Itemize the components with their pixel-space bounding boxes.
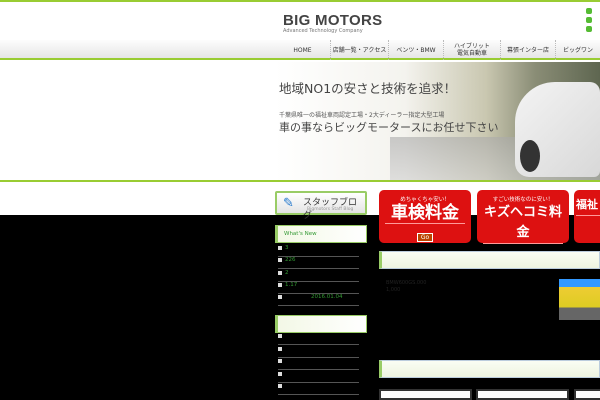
header: BIG MOTORS Advanced Technology Company — [0, 2, 600, 40]
main-nav: HOME 店舗一覧・アクセス ベンツ・BMW ハイブリット 電気自動車 幕張イン… — [0, 40, 600, 60]
car-image — [515, 82, 600, 177]
home-icon — [586, 26, 592, 32]
thumbnail[interactable] — [574, 389, 600, 400]
phone-icon — [586, 8, 592, 14]
logo-title: BIG MOTORS — [283, 12, 383, 29]
shop-photo[interactable] — [559, 279, 600, 320]
list-item-date: 2016.01.04 — [311, 294, 343, 300]
go-button[interactable]: Go — [416, 233, 434, 242]
promo-dent[interactable]: すごい技術なのに安い！ キズヘコミ料金 Go — [477, 190, 569, 262]
section-header — [379, 360, 600, 378]
staff-blog-subtitle: Bigmotors Staff Blog — [307, 207, 354, 212]
list-item[interactable]: 2 — [278, 270, 359, 282]
list-item[interactable] — [278, 333, 359, 345]
list-item-text: 3 — [285, 245, 289, 251]
news-line: 1,000 — [386, 287, 401, 293]
news-line: BMW600GS.000 — [386, 280, 427, 286]
list-item-text: 226 — [285, 257, 296, 263]
list-item[interactable] — [278, 358, 359, 370]
nav-hybrid[interactable]: ハイブリット 電気自動車 — [443, 40, 500, 60]
logo[interactable]: BIG MOTORS Advanced Technology Company — [283, 12, 382, 34]
pencil-icon: ✎ — [283, 196, 294, 211]
list-item[interactable] — [278, 383, 359, 395]
promo-main: キズヘコミ料金 — [483, 203, 563, 244]
whats-new-header: What's New — [275, 225, 367, 243]
promo-shaken[interactable]: めちゃくちゃ安い！ 車検料金 Go — [379, 190, 471, 243]
nav-stores[interactable]: 店舗一覧・アクセス — [330, 40, 388, 60]
promo-sub: めちゃくちゃ安い！ — [400, 197, 450, 203]
hero-tagline: 車の事ならビッグモータースにお任せ下さい — [279, 121, 499, 134]
hero-subline: 千葉県唯一の福祉車両認定工場・2大ディーラー指定大型工場 — [279, 112, 445, 119]
list-item[interactable]: 1.17 — [278, 282, 359, 294]
globe-icon — [586, 17, 592, 23]
list-item[interactable] — [278, 346, 359, 358]
contact-icons — [586, 8, 592, 35]
nav-benz-bmw[interactable]: ベンツ・BMW — [388, 40, 443, 60]
whats-new-title: What's New — [284, 231, 317, 237]
promo-sub: すごい技術なのに安い！ — [492, 197, 554, 203]
list-item[interactable] — [278, 371, 359, 383]
section-header — [379, 251, 600, 269]
news-text[interactable]: BMW600GS.000 1,000 — [386, 280, 426, 294]
list-item[interactable]: 226 — [278, 257, 359, 269]
promo-main: 福祉 — [576, 195, 600, 216]
nav-makuhari[interactable]: 幕張インター店 — [500, 40, 555, 60]
list-item-text: 1.17 — [285, 282, 298, 288]
list-item[interactable]: 2016.01.04 — [278, 294, 359, 306]
nav-home[interactable]: HOME — [275, 40, 330, 60]
thumbnail[interactable] — [476, 389, 569, 400]
list-item[interactable]: 3 — [278, 245, 359, 257]
hero-headline: 地域NO1の安さと技術を追求！ — [279, 81, 457, 96]
list-item-text: 2 — [285, 270, 289, 276]
promo-main: 車検料金 — [385, 203, 465, 224]
hero-banner: 地域NO1の安さと技術を追求！ 千葉県唯一の福祉車両認定工場・2大ディーラー指定… — [0, 62, 600, 180]
nav-bigone[interactable]: ビッグワン — [555, 40, 600, 60]
thumbnail[interactable] — [379, 389, 472, 400]
staff-blog-button[interactable]: ✎ スタッフブログ Bigmotors Staff Blog — [275, 191, 367, 221]
divider — [0, 180, 600, 182]
promo-welfare[interactable]: 福祉 — [574, 190, 600, 243]
sidebar-box-header — [275, 315, 367, 333]
